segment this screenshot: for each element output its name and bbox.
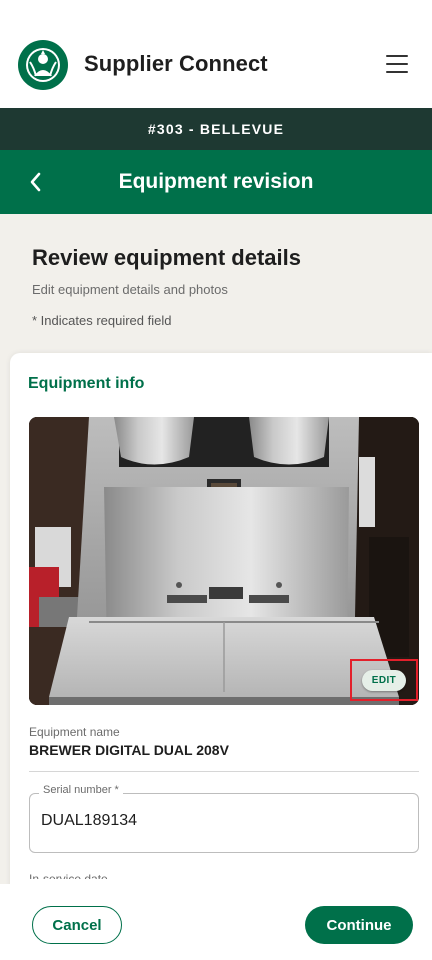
review-subtitle: Edit equipment details and photos [32,282,228,297]
hamburger-menu-icon[interactable] [386,55,408,73]
app-header: Supplier Connect [0,0,432,108]
serial-number-label: Serial number * [39,784,123,796]
chevron-left-icon[interactable] [24,170,48,194]
equipment-name-value: BREWER DIGITAL DUAL 208V [29,742,229,758]
app-title: Supplier Connect [84,51,268,76]
store-label: #303 - BELLEVUE [147,121,285,137]
edit-photo-label: EDIT [361,669,407,691]
cancel-button[interactable]: Cancel [32,906,122,944]
page-title-bar: Equipment revision [0,150,432,214]
equipment-info-heading: Equipment info [28,375,145,392]
required-field-note: * Indicates required field [32,313,172,328]
siren-logo-icon [18,40,68,90]
in-service-date-label: In-service date [29,872,108,879]
continue-button[interactable]: Continue [305,906,413,944]
review-heading: Review equipment details [32,245,301,270]
edit-photo-button[interactable]: EDIT [350,659,418,701]
field-divider [29,771,419,772]
page-title: Equipment revision [118,170,314,193]
equipment-name-label: Equipment name [29,725,120,739]
store-banner: #303 - BELLEVUE [0,108,432,150]
serial-number-input[interactable] [41,812,401,830]
